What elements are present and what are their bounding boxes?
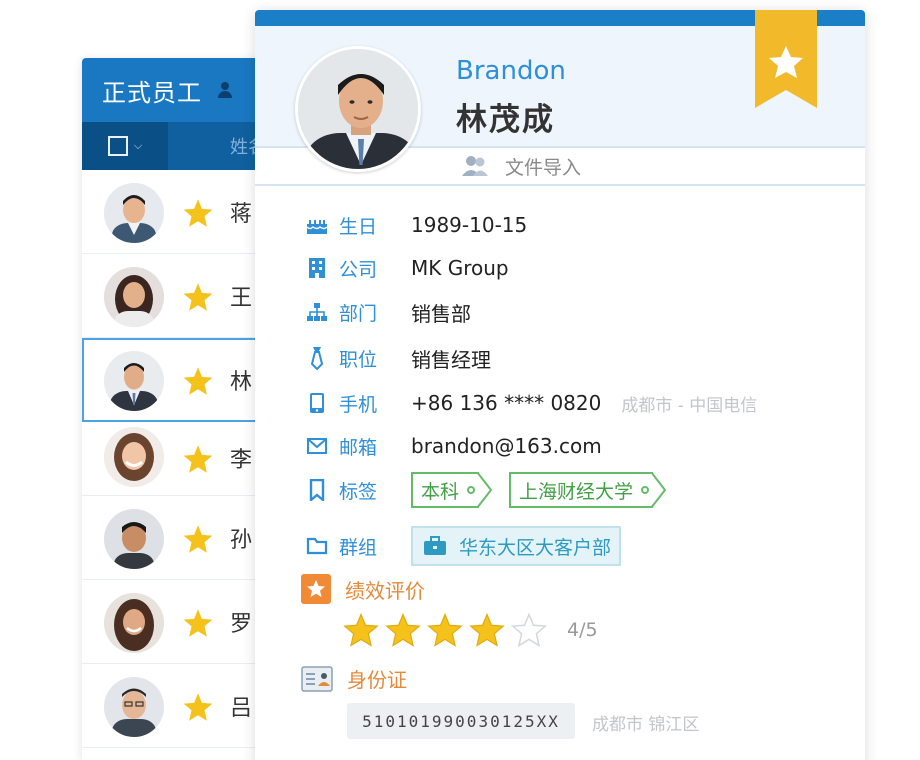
tag-hole-icon (641, 486, 650, 494)
employee-surname: 孙 (230, 528, 253, 553)
file-import-label: 文件导入 (505, 156, 582, 179)
field-value-email[interactable]: brandon@163.com (411, 434, 602, 458)
avatar (104, 593, 164, 653)
id-number: 510101990030125XX (362, 711, 560, 731)
employee-surname: 李 (230, 448, 253, 473)
avatar (104, 427, 164, 487)
field-label-group: 群组 (339, 536, 378, 559)
star-empty-icon[interactable] (511, 613, 547, 647)
star-filled-icon[interactable] (343, 613, 379, 647)
rating-score: 4/5 (567, 619, 598, 641)
briefcase-icon (424, 536, 446, 555)
field-label-birthday: 生日 (339, 215, 378, 238)
profile-avatar (295, 46, 421, 172)
field-label-tags: 标签 (339, 480, 378, 503)
tag-list: 本科 上海财经大学 (411, 472, 683, 508)
list-title: 正式员工 (102, 78, 202, 107)
profile-header: Brandon 林茂成 (255, 10, 865, 172)
field-department: 部门 销售部 (305, 294, 471, 330)
field-label-phone: 手机 (339, 393, 378, 416)
field-label-email: 邮箱 (339, 436, 378, 459)
performance-rating[interactable]: 4/5 (343, 613, 598, 647)
building-icon (305, 256, 329, 280)
field-email: 邮箱 brandon@163.com (305, 428, 602, 464)
employee-surname: 王 (230, 286, 253, 311)
performance-section-title: 绩效评价 (301, 574, 425, 604)
org-chart-icon (305, 300, 329, 324)
field-birthday: 生日 1989-10-15 (305, 207, 527, 243)
tag-hole-icon (467, 486, 476, 494)
avatar (104, 351, 164, 411)
field-group: 群组 华东大区大客户部 (305, 526, 622, 566)
avatar (104, 677, 164, 737)
field-value-company: MK Group (411, 256, 509, 280)
star-icon[interactable] (182, 444, 214, 474)
field-position: 职位 销售经理 (305, 340, 491, 376)
select-all-checkbox[interactable] (107, 136, 128, 156)
avatar (104, 267, 164, 327)
employee-surname: 林 (230, 370, 253, 395)
field-value-birthday: 1989-10-15 (411, 213, 528, 237)
avatar (104, 509, 164, 569)
id-location-note: 成都市 锦江区 (592, 715, 700, 735)
tag-chip[interactable]: 上海财经大学 (509, 472, 667, 508)
field-phone: 手机 +86 136 **** 0820 成都市 - 中国电信 (305, 385, 757, 421)
field-value-position: 销售经理 (411, 347, 491, 372)
profile-card: Brandon 林茂成 文件导入 生日 1989-10-15 公司 MK Gro… (255, 10, 865, 760)
field-label-department: 部门 (339, 302, 378, 325)
id-card-section-title: 身份证 (301, 664, 407, 693)
employee-surname: 吕 (230, 696, 253, 721)
star-icon[interactable] (182, 282, 214, 312)
performance-label: 绩效评价 (345, 578, 425, 603)
field-value-phone[interactable]: +86 136 **** 0820 (411, 391, 601, 415)
select-all-dropdown[interactable]: ⌵ (82, 122, 168, 170)
chevron-down-icon[interactable]: ⌵ (134, 139, 142, 153)
star-filled-icon[interactable] (469, 613, 505, 647)
field-value-department: 销售部 (411, 301, 471, 326)
star-icon[interactable] (182, 524, 214, 554)
field-label-position: 职位 (339, 348, 378, 371)
phone-icon (305, 391, 329, 415)
field-tags: 标签 本科 上海财经大学 (305, 472, 683, 508)
tag-label: 上海财经大学 (519, 480, 634, 503)
star-icon[interactable] (182, 198, 214, 228)
chinese-name: 林茂成 (456, 102, 555, 138)
folder-icon (305, 534, 329, 558)
performance-badge-icon (301, 574, 331, 604)
employee-surname: 蒋 (230, 202, 253, 227)
id-number-box[interactable]: 510101990030125XX (347, 703, 575, 739)
id-card-label: 身份证 (347, 668, 407, 692)
user-icon[interactable] (216, 81, 234, 99)
phone-location-note: 成都市 - 中国电信 (621, 395, 758, 416)
field-label-company: 公司 (339, 258, 378, 281)
id-card-icon (301, 665, 333, 692)
star-icon[interactable] (182, 692, 214, 722)
cake-icon (305, 213, 329, 237)
field-company: 公司 MK Group (305, 250, 509, 286)
contacts-import-icon (462, 156, 488, 176)
group-chip[interactable]: 华东大区大客户部 (411, 526, 622, 566)
tag-chip[interactable]: 本科 (411, 472, 493, 508)
tag-label: 本科 (421, 480, 460, 503)
favorite-ribbon-icon[interactable] (755, 10, 817, 110)
star-icon[interactable] (182, 608, 214, 638)
english-name: Brandon (456, 56, 566, 86)
bookmark-icon (305, 478, 329, 502)
tie-icon (305, 346, 329, 370)
avatar (104, 183, 164, 243)
star-filled-icon[interactable] (385, 613, 421, 647)
star-icon[interactable] (182, 366, 214, 396)
star-filled-icon[interactable] (427, 613, 463, 647)
group-label: 华东大区大客户部 (459, 536, 612, 559)
mail-icon (305, 434, 329, 458)
employee-surname: 罗 (230, 612, 253, 637)
